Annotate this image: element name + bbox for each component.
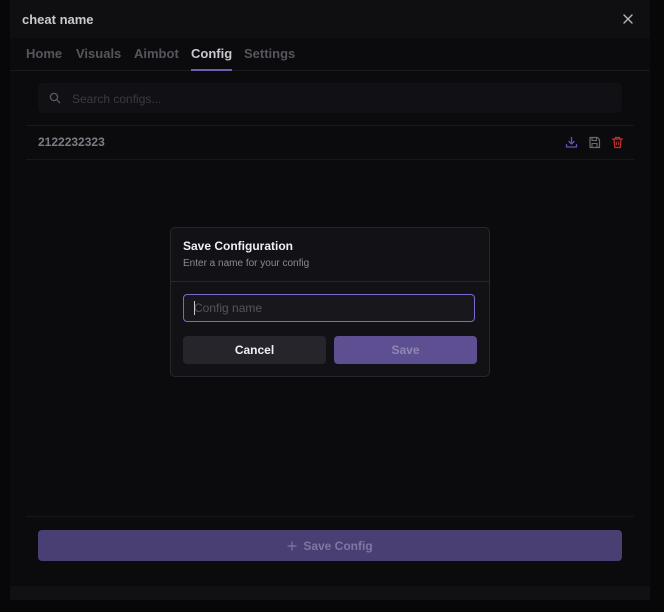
save-icon[interactable] — [588, 136, 601, 149]
text-cursor — [194, 301, 195, 315]
tab-visuals[interactable]: Visuals — [76, 46, 121, 70]
divider — [26, 516, 634, 517]
tab-aimbot[interactable]: Aimbot — [134, 46, 179, 70]
save-config-button[interactable]: Save Config — [38, 530, 622, 561]
cancel-button[interactable]: Cancel — [183, 336, 326, 364]
dialog-subtitle: Enter a name for your config — [183, 258, 310, 269]
search-input[interactable] — [70, 83, 614, 115]
close-icon — [623, 14, 633, 24]
tab-bar: Home Visuals Aimbot Config Settings — [10, 38, 650, 71]
app-title: cheat name — [22, 12, 94, 27]
save-config-label: Save Config — [303, 538, 373, 553]
search-box — [38, 83, 622, 115]
dialog-title: Save Configuration — [183, 239, 294, 253]
close-button[interactable] — [620, 11, 636, 27]
trash-icon[interactable] — [611, 136, 624, 149]
save-button[interactable]: Save — [334, 336, 477, 364]
search-icon — [49, 92, 61, 104]
footer-strip — [10, 586, 650, 600]
save-configuration-dialog: Save Configuration Enter a name for your… — [170, 227, 490, 377]
title-bar: cheat name — [10, 0, 650, 38]
download-icon[interactable] — [565, 136, 578, 149]
tab-config[interactable]: Config — [191, 46, 233, 71]
config-list-item[interactable]: 2122232323 — [26, 125, 634, 160]
config-name: 2122232323 — [38, 135, 105, 149]
config-name-input[interactable] — [183, 294, 475, 322]
tab-home[interactable]: Home — [26, 46, 62, 70]
dialog-header: Save Configuration Enter a name for your… — [171, 228, 489, 282]
tab-settings[interactable]: Settings — [244, 46, 295, 70]
config-row-actions — [565, 136, 624, 149]
plus-icon — [287, 540, 297, 551]
